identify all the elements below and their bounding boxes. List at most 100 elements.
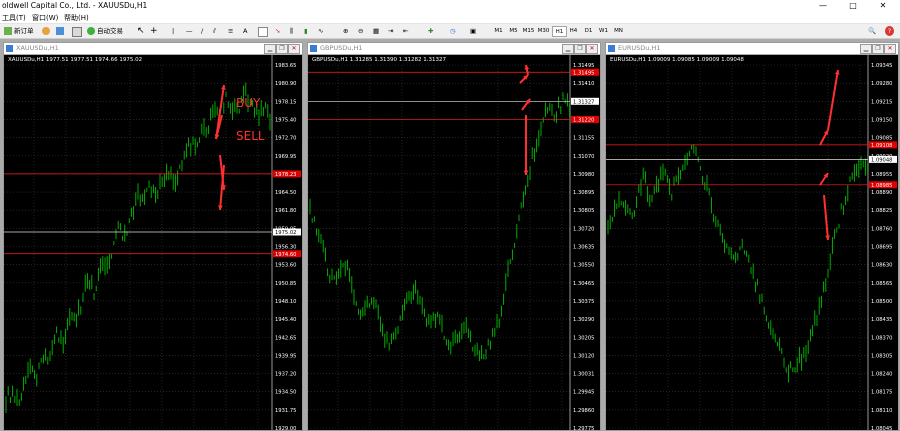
timeframe-m1[interactable]: M1: [492, 26, 505, 36]
price-tick-label: 1.08370: [871, 335, 892, 341]
crosshair-icon[interactable]: +: [150, 26, 158, 36]
bar-chart-icon[interactable]: ⫼: [290, 26, 293, 36]
price-tick-label: 1980.90: [275, 81, 296, 87]
cursor-icon[interactable]: ↖: [137, 26, 145, 36]
market-watch-icon[interactable]: [42, 27, 50, 35]
chart-workspace: XAUUSDu,H1 ▁ ❐ ✕ XAUUSDu,H1 1977.51 1977…: [0, 39, 900, 431]
search-icon[interactable]: 🔍: [868, 26, 876, 36]
chart-window-caption: EURUSDu,H1 ▁ ❐ ✕: [606, 43, 898, 55]
fibonacci-icon[interactable]: ≡: [228, 26, 233, 36]
timeframe-h1[interactable]: H1: [552, 26, 567, 37]
timeframe-w1[interactable]: W1: [597, 26, 610, 36]
minimize-button[interactable]: —: [808, 0, 838, 12]
vertical-line-icon[interactable]: |: [172, 26, 174, 36]
navigator-icon[interactable]: [56, 27, 64, 35]
price-tick-label: 1.08045: [871, 426, 892, 430]
price-tick-label: 1.31495: [573, 63, 594, 69]
price-tick-label: 1953.60: [275, 263, 296, 269]
timeframe-m30[interactable]: M30: [537, 26, 550, 36]
chart-window-gbpusd[interactable]: GBPUSDu,H1 ▁ ❐ ✕ GBPUSDu,H1 1.31285 1.31…: [307, 42, 601, 431]
text-tool-icon[interactable]: A: [243, 26, 247, 36]
chart-restore-button[interactable]: ❐: [276, 44, 288, 54]
price-tick-label: 1948.10: [275, 299, 296, 305]
price-tick-label: 1.30895: [573, 190, 594, 196]
price-tick-label: 1.09345: [871, 63, 892, 69]
chart-restore-button[interactable]: ❐: [574, 44, 586, 54]
label-tool-icon[interactable]: [258, 27, 268, 37]
auto-trading-button[interactable]: 自动交易: [97, 26, 123, 36]
maximize-button[interactable]: □: [838, 0, 868, 12]
price-tag-label: 1978.23: [275, 172, 296, 178]
chart-minimize-button[interactable]: ▁: [860, 44, 872, 54]
menu-tools[interactable]: 工具(T): [2, 13, 26, 23]
chart-close-button[interactable]: ✕: [884, 44, 896, 54]
tile-windows-icon[interactable]: ▦: [373, 26, 379, 36]
price-tick-label: 1978.15: [275, 99, 296, 105]
help-icon[interactable]: ?: [885, 26, 894, 36]
line-chart-icon[interactable]: ∿: [318, 26, 323, 36]
price-tick-label: 1.08500: [871, 299, 892, 305]
price-tick-label: 1956.30: [275, 245, 296, 251]
price-tick-label: 1.09280: [871, 81, 892, 87]
price-tick-label: 1972.70: [275, 136, 296, 142]
chart-window-title: GBPUSDu,H1: [320, 44, 363, 52]
price-tick-label: 1.29945: [573, 390, 594, 396]
chart-window-xauusd[interactable]: XAUUSDu,H1 ▁ ❐ ✕ XAUUSDu,H1 1977.51 1977…: [3, 42, 303, 431]
price-tick-label: 1983.65: [275, 63, 296, 69]
arrow-tool-icon[interactable]: ➘: [275, 26, 280, 36]
menu-help[interactable]: 帮助(H): [64, 13, 89, 23]
menu-window[interactable]: 窗口(W): [32, 13, 58, 23]
chart-minimize-button[interactable]: ▁: [562, 44, 574, 54]
chart-minimize-button[interactable]: ▁: [264, 44, 276, 54]
price-tick-label: 1942.65: [275, 335, 296, 341]
terminal-icon[interactable]: [72, 27, 82, 37]
chart-window-caption: GBPUSDu,H1 ▁ ❐ ✕: [308, 43, 600, 55]
price-tick-label: 1.30720: [573, 226, 594, 232]
price-tick-label: 1.30031: [573, 372, 594, 378]
timeframe-m5[interactable]: M5: [507, 26, 520, 36]
timeframe-d1[interactable]: D1: [582, 26, 595, 36]
price-tag-label: 1.09108: [871, 143, 892, 149]
price-tick-label: 1.08240: [871, 372, 892, 378]
annotation-label: BUY: [236, 96, 261, 110]
timeframe-h4[interactable]: H4: [567, 26, 580, 36]
annotation-arrow: [823, 194, 829, 241]
price-tick-label: 1.30205: [573, 335, 594, 341]
price-tick-label: 1937.20: [275, 372, 296, 378]
arrow-head: [825, 235, 830, 240]
periods-icon[interactable]: ◷: [450, 26, 456, 36]
price-tick-label: 1.29775: [573, 426, 594, 430]
price-tick-label: 1931.75: [275, 408, 296, 414]
price-tick-label: 1.08110: [871, 408, 892, 414]
channel-icon[interactable]: ⫽: [213, 26, 216, 36]
arrow-head: [218, 205, 223, 210]
annotation-arrow: [827, 69, 839, 131]
autoscroll-icon[interactable]: ⇥: [388, 26, 393, 36]
chart-close-button[interactable]: ✕: [288, 44, 300, 54]
price-tick-label: 1945.40: [275, 317, 296, 323]
templates-icon[interactable]: ▣: [470, 26, 476, 36]
zoom-out-icon[interactable]: ⊖: [358, 26, 363, 36]
price-tick-label: 1.31155: [573, 136, 594, 142]
chart-close-button[interactable]: ✕: [586, 44, 598, 54]
zoom-in-icon[interactable]: ⊕: [343, 26, 348, 36]
timeframe-m15[interactable]: M15: [522, 26, 535, 36]
price-tick-label: 1964.50: [275, 190, 296, 196]
close-button[interactable]: ✕: [868, 0, 898, 12]
price-tick-label: 1.09150: [871, 117, 892, 123]
indicators-icon[interactable]: ✚: [428, 26, 433, 36]
timeframe-mn[interactable]: MN: [612, 26, 625, 36]
chart-restore-button[interactable]: ❐: [872, 44, 884, 54]
price-tick-label: 1.30805: [573, 208, 594, 214]
horizontal-line-icon[interactable]: —: [186, 26, 193, 36]
trendline-icon[interactable]: /: [201, 26, 203, 36]
chart-icon: [608, 45, 615, 52]
new-order-button[interactable]: 新订单: [14, 26, 34, 36]
new-order-icon: [4, 27, 12, 35]
chart-window-eurusd[interactable]: EURUSDu,H1 ▁ ❐ ✕ EURUSDu,H1 1.09009 1.09…: [605, 42, 899, 431]
price-tick-label: 1.08760: [871, 226, 892, 232]
candles-icon[interactable]: ▮: [304, 26, 308, 36]
price-chart: 1983.65 1980.90 1978.15 1975.40 1972.70 1969.…: [4, 55, 301, 430]
price-tick-label: 1961.80: [275, 208, 296, 214]
chart-shift-icon[interactable]: ⇤: [403, 26, 408, 36]
